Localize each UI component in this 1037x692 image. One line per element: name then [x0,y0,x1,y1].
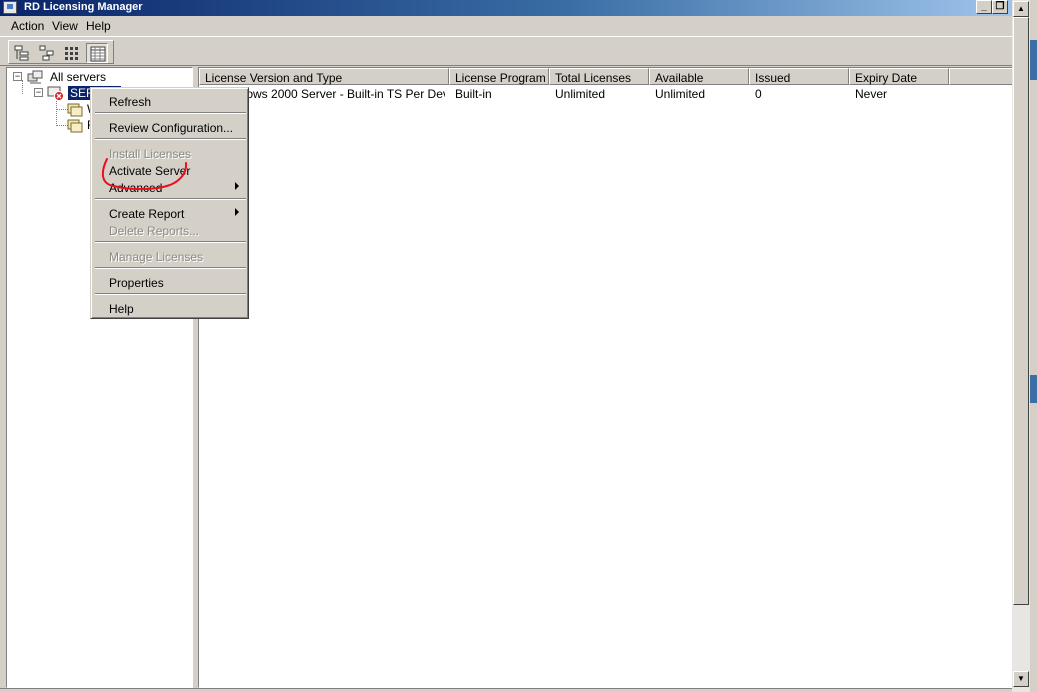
column-header-expiry-date[interactable]: Expiry Date [849,68,949,85]
tree-connector [22,80,23,94]
vertical-scrollbar[interactable]: ▲ ▼ [1012,0,1030,692]
background-titlebar-fragment [1030,40,1037,80]
menu-separator [95,112,246,114]
cell-expiry-date: Never [855,87,888,101]
cell-license-type: Windows 2000 Server - Built-in TS Per De… [219,87,445,101]
scroll-down-button[interactable]: ▼ [1013,671,1029,687]
title-bar: RD Licensing Manager _ ❐ ✕ [0,0,1037,16]
column-header-issued[interactable]: Issued [749,68,849,85]
scroll-up-button[interactable]: ▲ [1013,1,1029,17]
restore-button[interactable]: ❐ [992,0,1008,14]
menu-item-properties[interactable]: Properties [94,273,245,290]
menu-item-refresh[interactable]: Refresh [94,92,245,109]
menu-item-activate-server[interactable]: Activate Server [94,161,245,178]
large-icons-icon [14,45,29,61]
background-window-edge [1030,0,1037,692]
column-header-license-type[interactable]: License Version and Type [199,68,449,85]
menu-item-manage-licenses: Manage Licenses [109,250,204,264]
menu-separator [95,293,246,295]
server-error-icon [47,86,64,101]
menu-view[interactable]: View [52,19,78,33]
menu-action[interactable]: Action [11,19,44,33]
menu-separator [95,267,246,269]
license-list[interactable]: License Version and Type License Program… [198,67,1013,688]
list-icon [65,47,78,60]
details-icon [90,46,106,62]
menu-separator [95,241,246,243]
collapse-server-icon[interactable]: − [34,88,43,97]
small-icons-icon [39,45,54,61]
menu-item-review-configuration[interactable]: Review Configuration... [94,118,245,135]
status-bar [0,688,1012,692]
license-folder-icon [67,103,83,117]
menu-bar: Action View Help [0,16,1012,36]
menu-item-help[interactable]: Help [94,299,245,316]
menu-help[interactable]: Help [86,19,111,33]
cell-license-program: Built-in [455,87,492,101]
menu-separator [95,138,246,140]
scrollbar-thumb[interactable] [1013,17,1029,605]
view-button-group [8,40,114,64]
collapse-root-icon[interactable]: − [13,72,22,81]
toolbar [0,36,1012,66]
menu-item-advanced-label: Advanced [109,181,163,195]
menu-item-advanced[interactable]: Advanced [94,178,245,195]
cell-available: Unlimited [655,87,706,101]
column-header-available[interactable]: Available [649,68,749,85]
tree-label-all-servers: All servers [50,70,107,84]
list-view-button[interactable] [61,43,83,63]
large-icons-view-button[interactable] [11,43,33,63]
license-folder-icon [67,119,83,133]
tree-connector [56,98,57,126]
menu-item-install-licenses: Install Licenses [109,147,192,161]
menu-separator [95,198,246,200]
submenu-arrow-icon [235,182,239,190]
background-titlebar-fragment [1030,375,1037,403]
submenu-arrow-icon [235,208,239,216]
context-menu: Refresh Review Configuration... Install … [90,87,249,319]
menu-item-create-report[interactable]: Create Report [94,204,245,221]
app-icon [3,1,17,14]
column-header-filler [949,68,1012,85]
column-header-total-licenses[interactable]: Total Licenses [549,68,649,85]
window-title: RD Licensing Manager [24,1,143,13]
cell-issued: 0 [755,87,762,101]
small-icons-view-button[interactable] [36,43,58,63]
minimize-button[interactable]: _ [976,0,992,14]
menu-item-create-report-label: Create Report [109,207,185,221]
servers-icon [27,70,43,84]
cell-total-licenses: Unlimited [555,87,606,101]
column-header-license-program[interactable]: License Program [449,68,549,85]
details-view-button[interactable] [86,43,108,63]
menu-item-delete-reports: Delete Reports... [109,224,200,238]
